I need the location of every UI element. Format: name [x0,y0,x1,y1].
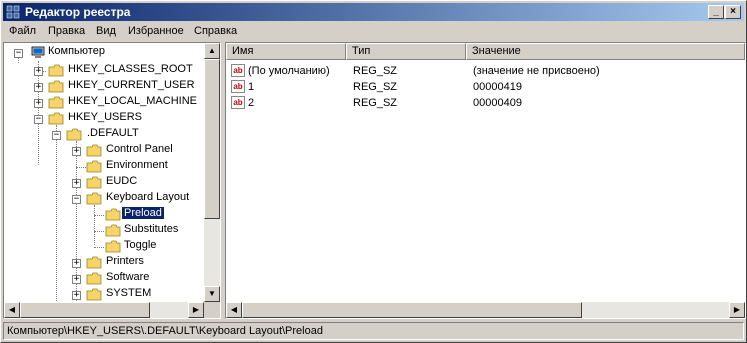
scroll-thumb[interactable] [20,302,150,318]
window-title: Редактор реестра [25,5,131,19]
key-tree-pane[interactable]: − Компьютер + HKEY_CLASSES_ROOT + HKEY_C… [3,42,221,319]
folder-icon [48,64,64,77]
folder-icon [86,256,102,269]
tree-item-hkcu[interactable]: HKEY_CURRENT_USER [66,79,197,91]
tree-item-hklm[interactable]: HKEY_LOCAL_MACHINE [66,95,199,107]
tree-item-default[interactable]: .DEFAULT [85,127,141,139]
column-header-name[interactable]: Имя [226,43,346,60]
scroll-down-icon[interactable]: ▼ [204,286,220,302]
folder-open-icon [48,112,64,125]
folder-icon [86,288,102,301]
close-button[interactable]: × [725,5,741,19]
scroll-right-icon[interactable]: ▶ [188,302,204,318]
tree-horizontal-scrollbar[interactable]: ◀ ▶ [4,302,204,318]
tree-item-hkcr[interactable]: HKEY_CLASSES_ROOT [66,63,195,75]
string-value-icon: ab [231,80,245,93]
list-item[interactable]: ab 2 REG_SZ 00000409 [226,95,745,111]
folder-icon [86,272,102,285]
folder-icon [48,96,64,109]
tree-item-toggle[interactable]: Toggle [122,239,158,251]
tree-item-environment[interactable]: Environment [104,159,170,171]
scroll-up-icon[interactable]: ▲ [204,43,220,59]
list-horizontal-scrollbar[interactable]: ◀ ▶ [226,302,745,318]
registry-editor-icon [6,5,20,19]
folder-open-icon [105,208,121,221]
menu-file[interactable]: Файл [9,25,36,37]
title-bar[interactable]: Редактор реестра _ □ [3,3,744,21]
collapse-icon[interactable]: − [34,115,43,124]
column-header-type[interactable]: Тип [346,43,466,60]
scroll-left-icon[interactable]: ◀ [226,302,242,318]
expand-icon[interactable]: + [34,83,43,92]
tree-item-keyboard-layout[interactable]: Keyboard Layout [104,191,191,203]
folder-icon [48,80,64,93]
expand-icon[interactable]: + [72,275,81,284]
menu-help[interactable]: Справка [194,25,237,37]
tree-item-preload[interactable]: Preload [121,206,165,220]
menu-bar: Файл Правка Вид Избранное Справка [3,23,744,41]
collapse-icon[interactable]: − [14,49,23,58]
folder-icon [105,224,121,237]
expand-icon[interactable]: + [34,67,43,76]
tree-item-substitutes[interactable]: Substitutes [122,223,180,235]
scroll-thumb[interactable] [204,59,220,219]
tree-item-printers[interactable]: Printers [104,255,146,267]
string-value-icon: ab [231,64,245,77]
tree-item-hku[interactable]: HKEY_USERS [66,111,144,123]
collapse-icon[interactable]: − [52,131,61,140]
expand-icon[interactable]: + [34,99,43,108]
folder-icon [86,144,102,157]
tree-item-control-panel[interactable]: Control Panel [104,143,175,155]
minimize-button[interactable]: _ [708,5,724,19]
folder-open-icon [66,128,82,141]
menu-edit[interactable]: Правка [48,25,85,37]
expand-icon[interactable]: + [72,291,81,300]
string-value-icon: ab [231,96,245,109]
expand-icon[interactable]: + [72,147,81,156]
registry-editor-window: Редактор реестра _ □ × Файл Правка Вид И… [0,0,747,343]
scroll-thumb[interactable] [242,302,582,318]
values-list-pane[interactable]: Имя Тип Значение ab (По умолчанию) REG_S… [225,42,746,319]
list-item[interactable]: ab (По умолчанию) REG_SZ (значение не пр… [226,63,745,79]
expand-icon[interactable]: + [72,259,81,268]
computer-icon [31,46,45,58]
scroll-left-icon[interactable]: ◀ [4,302,20,318]
tree-item-system[interactable]: SYSTEM [104,287,153,299]
folder-open-icon [86,192,102,205]
folder-icon [86,160,102,173]
status-bar-path: Компьютер\HKEY_USERS\.DEFAULT\Keyboard L… [3,322,744,340]
tree-vertical-scrollbar[interactable]: ▲ ▼ [204,43,220,302]
tree-item-computer[interactable]: Компьютер [46,45,107,57]
collapse-icon[interactable]: − [72,195,81,204]
menu-favorites[interactable]: Избранное [128,25,184,37]
column-header-value[interactable]: Значение [466,43,745,60]
scroll-corner [204,302,220,318]
tree-item-eudc[interactable]: EUDC [104,175,139,187]
scroll-right-icon[interactable]: ▶ [729,302,745,318]
folder-icon [86,176,102,189]
tree-item-software[interactable]: Software [104,271,151,283]
folder-icon [105,240,121,253]
menu-view[interactable]: Вид [96,25,116,37]
list-item[interactable]: ab 1 REG_SZ 00000419 [226,79,745,95]
expand-icon[interactable]: + [72,179,81,188]
